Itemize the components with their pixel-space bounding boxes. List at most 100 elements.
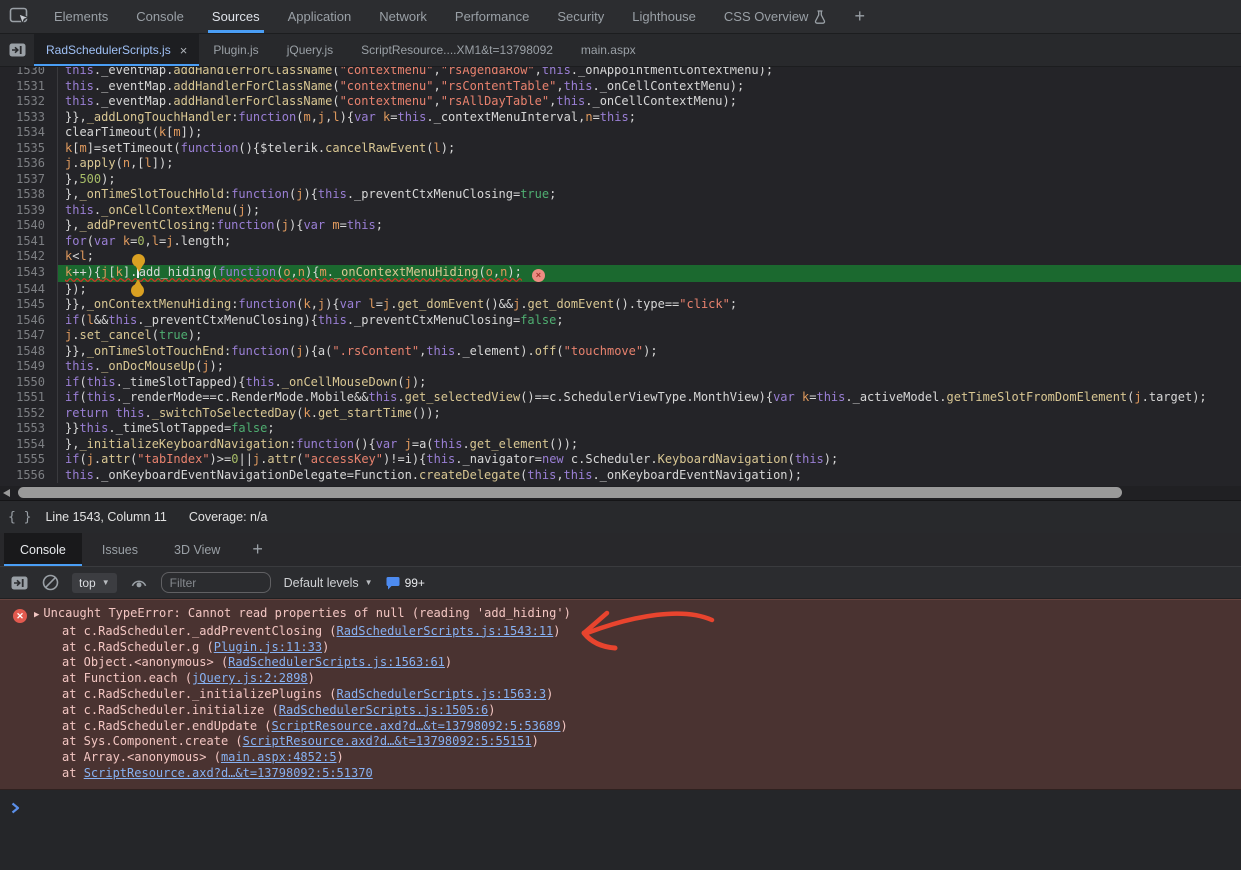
code-line[interactable]: 1533}},_addLongTouchHandler:function(m,j… xyxy=(0,110,1241,126)
code-line[interactable]: 1551if(this._renderMode==c.RenderMode.Mo… xyxy=(0,390,1241,406)
code-line[interactable]: 1556this._onKeyboardEventNavigationDeleg… xyxy=(0,468,1241,484)
file-tab-ScriptResource....XM1-t-13798092[interactable]: ScriptResource....XM1&t=13798092 xyxy=(347,34,567,66)
tab-lighthouse[interactable]: Lighthouse xyxy=(618,0,710,33)
line-number[interactable]: 1556 xyxy=(0,468,58,484)
console-sidebar-button[interactable] xyxy=(10,574,28,592)
code-line[interactable]: 1542k<l; xyxy=(0,249,1241,265)
line-number[interactable]: 1542 xyxy=(0,249,58,265)
code-line[interactable]: 1544}); xyxy=(0,282,1241,298)
code-text[interactable]: }}this._timeSlotTapped=false; xyxy=(58,421,1241,437)
stack-link[interactable]: jQuery.js:2:2898 xyxy=(192,671,308,685)
stack-link[interactable]: ScriptResource.axd?d…&t=13798092:5:55151 xyxy=(243,734,532,748)
line-number[interactable]: 1532 xyxy=(0,94,58,110)
drawer-tab-3d-view[interactable]: 3D View xyxy=(158,533,236,566)
close-icon[interactable]: × xyxy=(180,43,188,58)
code-text[interactable]: },_addPreventClosing:function(j){var m=t… xyxy=(58,218,1241,234)
code-line[interactable]: 1545}},_onContextMenuHiding:function(k,j… xyxy=(0,297,1241,313)
drawer-tab-console[interactable]: Console xyxy=(4,533,82,566)
toggle-navigator-button[interactable] xyxy=(0,34,34,66)
stack-link[interactable]: RadSchedulerScripts.js:1563:3 xyxy=(337,687,547,701)
code-text[interactable]: },_onTimeSlotTouchHold:function(j){this.… xyxy=(58,187,1241,203)
code-text[interactable]: k<l; xyxy=(58,249,1241,265)
line-number[interactable]: 1555 xyxy=(0,452,58,468)
code-text[interactable]: }},_onContextMenuHiding:function(k,j){va… xyxy=(58,297,1241,313)
line-number[interactable]: 1552 xyxy=(0,406,58,422)
line-number[interactable]: 1547 xyxy=(0,328,58,344)
code-text[interactable]: j.apply(n,[l]); xyxy=(58,156,1241,172)
code-line[interactable]: 1532this._eventMap.addHandlerForClassNam… xyxy=(0,94,1241,110)
tab-sources[interactable]: Sources xyxy=(198,0,274,33)
line-number[interactable]: 1546 xyxy=(0,313,58,329)
code-line[interactable]: 1548}},_onTimeSlotTouchEnd:function(j){a… xyxy=(0,344,1241,360)
issues-badge[interactable]: 99+ xyxy=(386,576,425,590)
line-number[interactable]: 1531 xyxy=(0,79,58,95)
horizontal-scrollbar[interactable] xyxy=(0,486,1241,500)
execution-context-selector[interactable]: top ▼ xyxy=(72,573,117,593)
tab-console[interactable]: Console xyxy=(122,0,198,33)
code-text[interactable]: }},_onTimeSlotTouchEnd:function(j){a(".r… xyxy=(58,344,1241,360)
line-number[interactable]: 1539 xyxy=(0,203,58,219)
code-line[interactable]: 1535k[m]=setTimeout(function(){$telerik.… xyxy=(0,141,1241,157)
code-line[interactable]: 1541for(var k=0,l=j.length; xyxy=(0,234,1241,250)
line-number[interactable]: 1536 xyxy=(0,156,58,172)
code-text[interactable]: }},_addLongTouchHandler:function(m,j,l){… xyxy=(58,110,1241,126)
code-line[interactable]: 1552return this._switchToSelectedDay(k.g… xyxy=(0,406,1241,422)
code-text[interactable]: return this._switchToSelectedDay(k.get_s… xyxy=(58,406,1241,422)
line-number[interactable]: 1534 xyxy=(0,125,58,141)
file-tab-main.aspx[interactable]: main.aspx xyxy=(567,34,650,66)
tab-network[interactable]: Network xyxy=(365,0,441,33)
clear-console-button[interactable] xyxy=(41,574,59,592)
file-tab-RadSchedulerScripts.js[interactable]: RadSchedulerScripts.js× xyxy=(34,34,199,66)
code-text[interactable]: this._onDocMouseUp(j); xyxy=(58,359,1241,375)
code-line[interactable]: 1537},500); xyxy=(0,172,1241,188)
code-text[interactable]: if(this._timeSlotTapped){this._onCellMou… xyxy=(58,375,1241,391)
tab-security[interactable]: Security xyxy=(543,0,618,33)
console-filter-input[interactable] xyxy=(161,572,271,593)
code-text[interactable]: this._eventMap.addHandlerForClassName("c… xyxy=(58,67,1241,79)
code-line[interactable]: 1534clearTimeout(k[m]); xyxy=(0,125,1241,141)
stack-link[interactable]: Plugin.js:11:33 xyxy=(214,640,322,654)
code-line[interactable]: 1536j.apply(n,[l]); xyxy=(0,156,1241,172)
code-line[interactable]: 1555if(j.attr("tabIndex")>=0||j.attr("ac… xyxy=(0,452,1241,468)
code-line[interactable]: 1530this._eventMap.addHandlerForClassNam… xyxy=(0,67,1241,79)
line-number[interactable]: 1535 xyxy=(0,141,58,157)
line-number[interactable]: 1544 xyxy=(0,282,58,298)
line-number[interactable]: 1538 xyxy=(0,187,58,203)
code-text[interactable]: for(var k=0,l=j.length; xyxy=(58,234,1241,250)
tab-elements[interactable]: Elements xyxy=(40,0,122,33)
more-panels-button[interactable]: + xyxy=(840,0,879,33)
line-number[interactable]: 1545 xyxy=(0,297,58,313)
line-number[interactable]: 1553 xyxy=(0,421,58,437)
code-line[interactable]: 1543k++){j[k].add_hiding(function(o,n){m… xyxy=(0,265,1241,282)
code-line[interactable]: 1539this._onCellContextMenu(j); xyxy=(0,203,1241,219)
line-number[interactable]: 1533 xyxy=(0,110,58,126)
code-line[interactable]: 1546if(l&&this._preventCtxMenuClosing){t… xyxy=(0,313,1241,329)
stack-link[interactable]: RadSchedulerScripts.js:1505:6 xyxy=(279,703,489,717)
code-text[interactable]: this._onKeyboardEventNavigationDelegate=… xyxy=(58,468,1241,484)
tab-css-overview[interactable]: CSS Overview xyxy=(710,0,841,33)
scroll-left-arrow-icon[interactable] xyxy=(3,489,10,497)
scrollbar-thumb[interactable] xyxy=(18,487,1122,498)
code-line[interactable]: 1547j.set_cancel(true); xyxy=(0,328,1241,344)
code-text[interactable]: clearTimeout(k[m]); xyxy=(58,125,1241,141)
code-text[interactable]: },_initializeKeyboardNavigation:function… xyxy=(58,437,1241,453)
line-number[interactable]: 1554 xyxy=(0,437,58,453)
more-drawer-tabs-button[interactable]: + xyxy=(236,533,279,566)
stack-link[interactable]: ScriptResource.axd?d…&t=13798092:5:51370 xyxy=(84,766,373,780)
file-tab-Plugin.js[interactable]: Plugin.js xyxy=(199,34,272,66)
code-line[interactable]: 1531this._eventMap.addHandlerForClassNam… xyxy=(0,79,1241,95)
log-levels-dropdown[interactable]: Default levels ▼ xyxy=(284,576,373,590)
expand-stack-triangle-icon[interactable]: ▶ xyxy=(34,608,39,624)
line-number[interactable]: 1543 xyxy=(0,265,58,282)
line-number[interactable]: 1541 xyxy=(0,234,58,250)
line-number[interactable]: 1550 xyxy=(0,375,58,391)
code-line[interactable]: 1550if(this._timeSlotTapped){this._onCel… xyxy=(0,375,1241,391)
code-text[interactable]: k[m]=setTimeout(function(){$telerik.canc… xyxy=(58,141,1241,157)
stack-link[interactable]: RadSchedulerScripts.js:1543:11 xyxy=(337,624,554,638)
code-text[interactable]: if(j.attr("tabIndex")>=0||j.attr("access… xyxy=(58,452,1241,468)
line-number[interactable]: 1540 xyxy=(0,218,58,234)
tab-performance[interactable]: Performance xyxy=(441,0,543,33)
code-line[interactable]: 1540},_addPreventClosing:function(j){var… xyxy=(0,218,1241,234)
stack-link[interactable]: main.aspx:4852:5 xyxy=(221,750,337,764)
line-number[interactable]: 1548 xyxy=(0,344,58,360)
